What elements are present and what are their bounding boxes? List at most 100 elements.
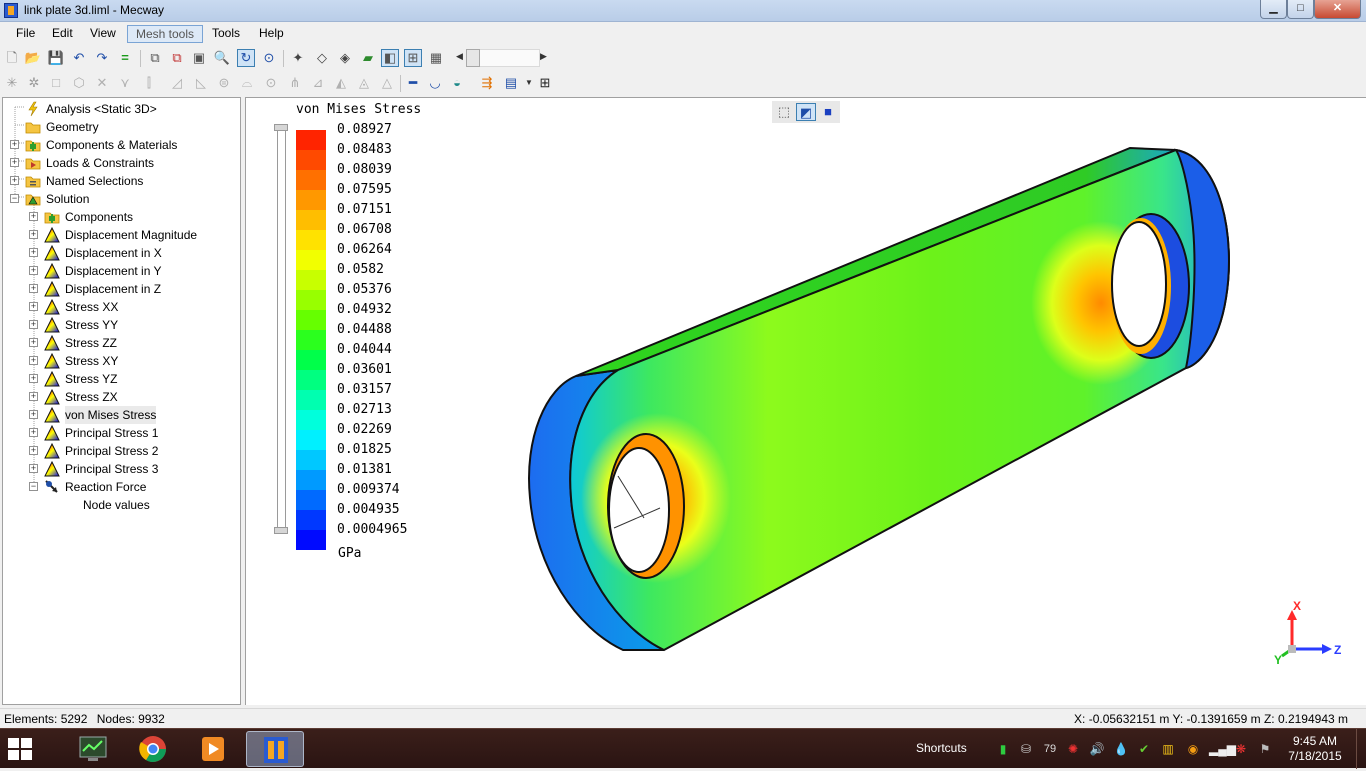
antivirus-icon[interactable]: ✺ — [1065, 741, 1081, 757]
tree-item-principal-stress-1[interactable]: + Principal Stress 1 — [3, 424, 240, 442]
expand-toggle-icon[interactable]: + — [29, 338, 38, 347]
menu-mesh-tools[interactable]: Mesh tools — [127, 25, 204, 43]
line-element-icon[interactable]: ━ — [404, 74, 422, 92]
slider-right-arrow-icon[interactable]: ▶ — [540, 51, 547, 62]
new-file-icon[interactable]: 🗋 — [3, 49, 21, 67]
menu-help[interactable]: Help — [251, 25, 292, 43]
menu-tools[interactable]: Tools — [204, 25, 248, 43]
expand-toggle-icon[interactable]: − — [29, 482, 38, 491]
tree-item-stress-xx[interactable]: + Stress XX — [3, 298, 240, 316]
tree-item-solution[interactable]: − Solution — [3, 190, 240, 208]
revolve-tool-icon[interactable]: ◺ — [192, 74, 210, 92]
tree-item-displacement-in-z[interactable]: + Displacement in Z — [3, 280, 240, 298]
model-viewport[interactable]: von Mises Stress 0.08927 0.08483 0.08039 0.… — [245, 97, 1366, 705]
tree-item-stress-yz[interactable]: + Stress YZ — [3, 370, 240, 388]
expand-toggle-icon[interactable]: + — [29, 266, 38, 275]
expand-toggle-icon[interactable]: + — [29, 446, 38, 455]
expand-toggle-icon[interactable]: + — [29, 410, 38, 419]
tree-item-stress-yy[interactable]: + Stress YY — [3, 316, 240, 334]
box-view-icon[interactable]: ⧉ — [146, 49, 164, 67]
mirror-tool-icon[interactable]: ⊿ — [309, 74, 327, 92]
menu-view[interactable]: View — [82, 25, 124, 43]
expand-toggle-icon[interactable]: + — [29, 230, 38, 239]
tree-item-reaction-force[interactable]: − Reaction Force — [3, 478, 240, 496]
fit-view-icon[interactable]: ▣ — [190, 49, 208, 67]
mesh-edges-icon[interactable]: ⊞ — [404, 49, 422, 67]
table-icon[interactable]: ⊞ — [536, 74, 554, 92]
tree-item-stress-zx[interactable]: + Stress ZX — [3, 388, 240, 406]
extrude-tool-icon[interactable]: ⫿ — [140, 74, 158, 92]
slider-left-arrow-icon[interactable]: ◀ — [456, 51, 463, 62]
taskbar-app-chrome[interactable] — [124, 731, 182, 767]
tree-item-components-materials[interactable]: + Components & Materials — [3, 136, 240, 154]
curve-element-icon[interactable]: ◡ — [426, 74, 444, 92]
save-icon[interactable]: 💾 — [47, 49, 65, 67]
tree-item-von-mises-stress[interactable]: + von Mises Stress — [3, 406, 240, 424]
volume-icon[interactable]: 🔊 — [1089, 741, 1105, 757]
tree-item-components[interactable]: + Components — [3, 208, 240, 226]
checkmark-shield-icon[interactable]: ✔ — [1136, 741, 1152, 757]
menu-file[interactable]: File — [8, 25, 43, 43]
battery-meter-icon[interactable]: ▮ — [995, 741, 1011, 757]
box-tool-icon[interactable]: □ — [47, 74, 65, 92]
minimize-button[interactable]: ▁ — [1260, 0, 1287, 19]
tray-shortcuts-label[interactable]: Shortcuts — [916, 741, 967, 755]
sync-icon[interactable]: ◉ — [1185, 741, 1201, 757]
expand-toggle-icon[interactable]: + — [29, 356, 38, 365]
branch-tool-icon[interactable]: ⋔ — [286, 74, 304, 92]
zoom-icon[interactable]: 🔍 — [213, 49, 231, 67]
bar-graph-icon[interactable]: ▥ — [1160, 741, 1176, 757]
slider-thumb[interactable] — [466, 49, 480, 67]
tree-item-principal-stress-2[interactable]: + Principal Stress 2 — [3, 442, 240, 460]
link-tool-icon[interactable]: ⊙ — [262, 74, 280, 92]
taskbar-app-mecway[interactable] — [246, 731, 304, 767]
title-bar[interactable]: link plate 3d.liml - Mecway ▁ □ ✕ — [0, 0, 1366, 22]
expand-toggle-icon[interactable]: + — [10, 176, 19, 185]
wireframe-icon[interactable]: ◇ — [313, 49, 331, 67]
droplet-icon[interactable]: 💧 — [1113, 741, 1129, 757]
refine-tool-icon[interactable]: ◭ — [332, 74, 350, 92]
animation-icon[interactable]: ▤ — [502, 74, 520, 92]
expand-toggle-icon[interactable]: + — [29, 212, 38, 221]
cube-tool-icon[interactable]: ⬡ — [70, 74, 88, 92]
taskbar-clock[interactable]: 9:45 AM 7/18/2015 — [1285, 734, 1345, 764]
expand-toggle-icon[interactable]: + — [29, 248, 38, 257]
split-tool-icon[interactable]: ⋎ — [116, 74, 134, 92]
tree-item-geometry[interactable]: Geometry — [3, 118, 240, 136]
expand-toggle-icon[interactable]: + — [29, 320, 38, 329]
expand-toggle-icon[interactable]: − — [10, 194, 19, 203]
equals-icon[interactable]: = — [116, 49, 134, 67]
shaded-view-icon[interactable]: ◧ — [381, 49, 399, 67]
network-drive-icon[interactable]: ⛁ — [1018, 741, 1034, 757]
transparency-slider[interactable]: ◀ ▶ — [456, 49, 550, 67]
zoom-fit-icon[interactable]: ⊙ — [260, 49, 278, 67]
show-desktop-button[interactable] — [1356, 729, 1366, 769]
menu-edit[interactable]: Edit — [44, 25, 81, 43]
windows-start-icon[interactable] — [6, 735, 34, 763]
undo-icon[interactable]: ↶ — [70, 49, 88, 67]
render-mode-icon[interactable]: ✦ — [289, 49, 307, 67]
stress-contour-model[interactable]: X Z Y — [246, 98, 1366, 706]
tree-item-loads-constraints[interactable]: + Loads & Constraints — [3, 154, 240, 172]
action-center-icon[interactable]: ⚑ — [1257, 741, 1273, 757]
security-icon[interactable]: ❋ — [1233, 741, 1249, 757]
load-arrow-icon[interactable]: ⇶ — [478, 74, 496, 92]
merge-tool-icon[interactable]: ⊜ — [215, 74, 233, 92]
tree-item-node-values[interactable]: Node values — [3, 496, 240, 514]
tree-item-principal-stress-3[interactable]: + Principal Stress 3 — [3, 460, 240, 478]
open-folder-icon[interactable]: 📂 — [24, 49, 42, 67]
surface-icon[interactable]: ▰ — [359, 49, 377, 67]
sweep-tool-icon[interactable]: ◿ — [168, 74, 186, 92]
signal-bars-icon[interactable]: ▂▄▆ — [1209, 741, 1236, 757]
tree-item-displacement-in-x[interactable]: + Displacement in X — [3, 244, 240, 262]
expand-toggle-icon[interactable]: + — [10, 158, 19, 167]
scale-tool-icon[interactable]: ◬ — [355, 74, 373, 92]
triangle-tool-icon[interactable]: △ — [378, 74, 396, 92]
explode-icon[interactable]: ✳ — [3, 74, 21, 92]
redo-icon[interactable]: ↷ — [93, 49, 111, 67]
expand-toggle-icon[interactable]: + — [29, 464, 38, 473]
expand-toggle-icon[interactable]: + — [29, 428, 38, 437]
expand-toggle-icon[interactable]: + — [29, 374, 38, 383]
tree-item-named-selections[interactable]: + Named Selections — [3, 172, 240, 190]
tray-temperature[interactable]: 79 — [1040, 741, 1060, 757]
